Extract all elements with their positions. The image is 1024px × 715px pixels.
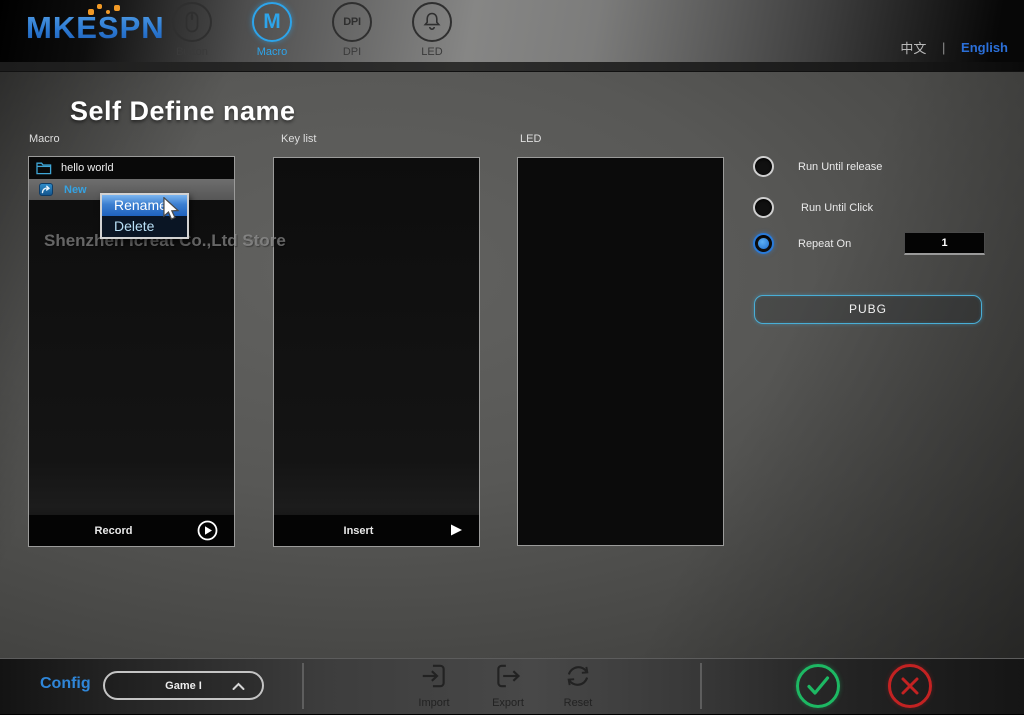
export-button[interactable]: Export <box>478 661 538 709</box>
radio-unselected-icon[interactable] <box>753 197 774 218</box>
top-bar: MKESPN Button M Macro DPI DP <box>0 0 1024 62</box>
page-title: Self Define name <box>70 96 296 127</box>
repeat-count-input[interactable] <box>904 232 985 255</box>
macro-m-icon: M <box>252 2 292 42</box>
macro-panel-label: Macro <box>29 133 60 145</box>
option-run-until-release[interactable]: Run Until release <box>753 156 882 177</box>
keylist-panel-label: Key list <box>281 133 316 145</box>
radio-selected-icon[interactable] <box>753 233 774 254</box>
export-icon <box>493 661 523 691</box>
check-icon <box>805 675 831 697</box>
tab-button[interactable]: Button <box>152 2 232 62</box>
footer-divider <box>302 663 304 709</box>
language-divider: | <box>942 40 945 55</box>
footer-divider <box>700 663 702 709</box>
reset-icon <box>563 661 593 691</box>
tab-led-label: LED <box>392 46 472 58</box>
new-macro-icon <box>39 183 53 196</box>
bottom-bar: Config Game I Import Export <box>0 658 1024 715</box>
language-switcher: 中文 | English <box>900 38 1008 57</box>
chevron-up-icon <box>232 682 245 691</box>
main-content: Self Define name Macro Key list LED hell… <box>0 72 1024 658</box>
profile-dropdown[interactable]: Game I <box>103 671 264 700</box>
tab-dpi-label: DPI <box>312 46 392 58</box>
key-list-panel: Insert <box>273 157 480 547</box>
tab-macro[interactable]: M Macro <box>232 2 312 62</box>
led-panel-label: LED <box>520 133 541 145</box>
import-button[interactable]: Import <box>404 661 464 709</box>
radio-unselected-icon[interactable] <box>753 156 774 177</box>
reset-button[interactable]: Reset <box>548 661 608 709</box>
tab-led[interactable]: LED <box>392 2 472 62</box>
led-panel <box>517 157 724 546</box>
macro-item-label: hello world <box>61 162 114 174</box>
brand-logo: MKESPN <box>26 10 165 46</box>
option-run-until-click[interactable]: Run Until Click <box>753 197 873 218</box>
option-repeat-on[interactable]: Repeat On <box>753 233 851 254</box>
mouse-icon <box>172 2 212 42</box>
insert-button[interactable]: Insert <box>274 515 479 546</box>
tab-macro-label: Macro <box>232 46 312 58</box>
insert-arrow-icon <box>449 523 463 537</box>
top-bar-shadow-strip <box>0 62 1024 72</box>
apply-button[interactable] <box>796 664 840 708</box>
profile-name: Game I <box>165 680 202 692</box>
import-icon <box>419 661 449 691</box>
macro-item-label: New <box>64 184 87 196</box>
language-english[interactable]: English <box>961 40 1008 55</box>
record-button[interactable]: Record <box>29 515 234 546</box>
tab-dpi[interactable]: DPI DPI <box>312 2 392 62</box>
folder-icon <box>36 161 52 175</box>
record-play-icon <box>197 520 218 541</box>
close-icon <box>899 675 921 697</box>
dpi-icon: DPI <box>332 2 372 42</box>
mouse-config-app: MKESPN Button M Macro DPI DP <box>0 0 1024 715</box>
mouse-cursor <box>161 197 181 221</box>
bell-icon <box>412 2 452 42</box>
pubg-profile-button[interactable]: PUBG <box>754 295 982 324</box>
cancel-button[interactable] <box>888 664 932 708</box>
tab-button-label: Button <box>152 46 232 58</box>
config-label: Config <box>40 675 91 693</box>
macro-item-hello-world[interactable]: hello world <box>29 157 234 179</box>
language-chinese[interactable]: 中文 <box>900 41 926 56</box>
